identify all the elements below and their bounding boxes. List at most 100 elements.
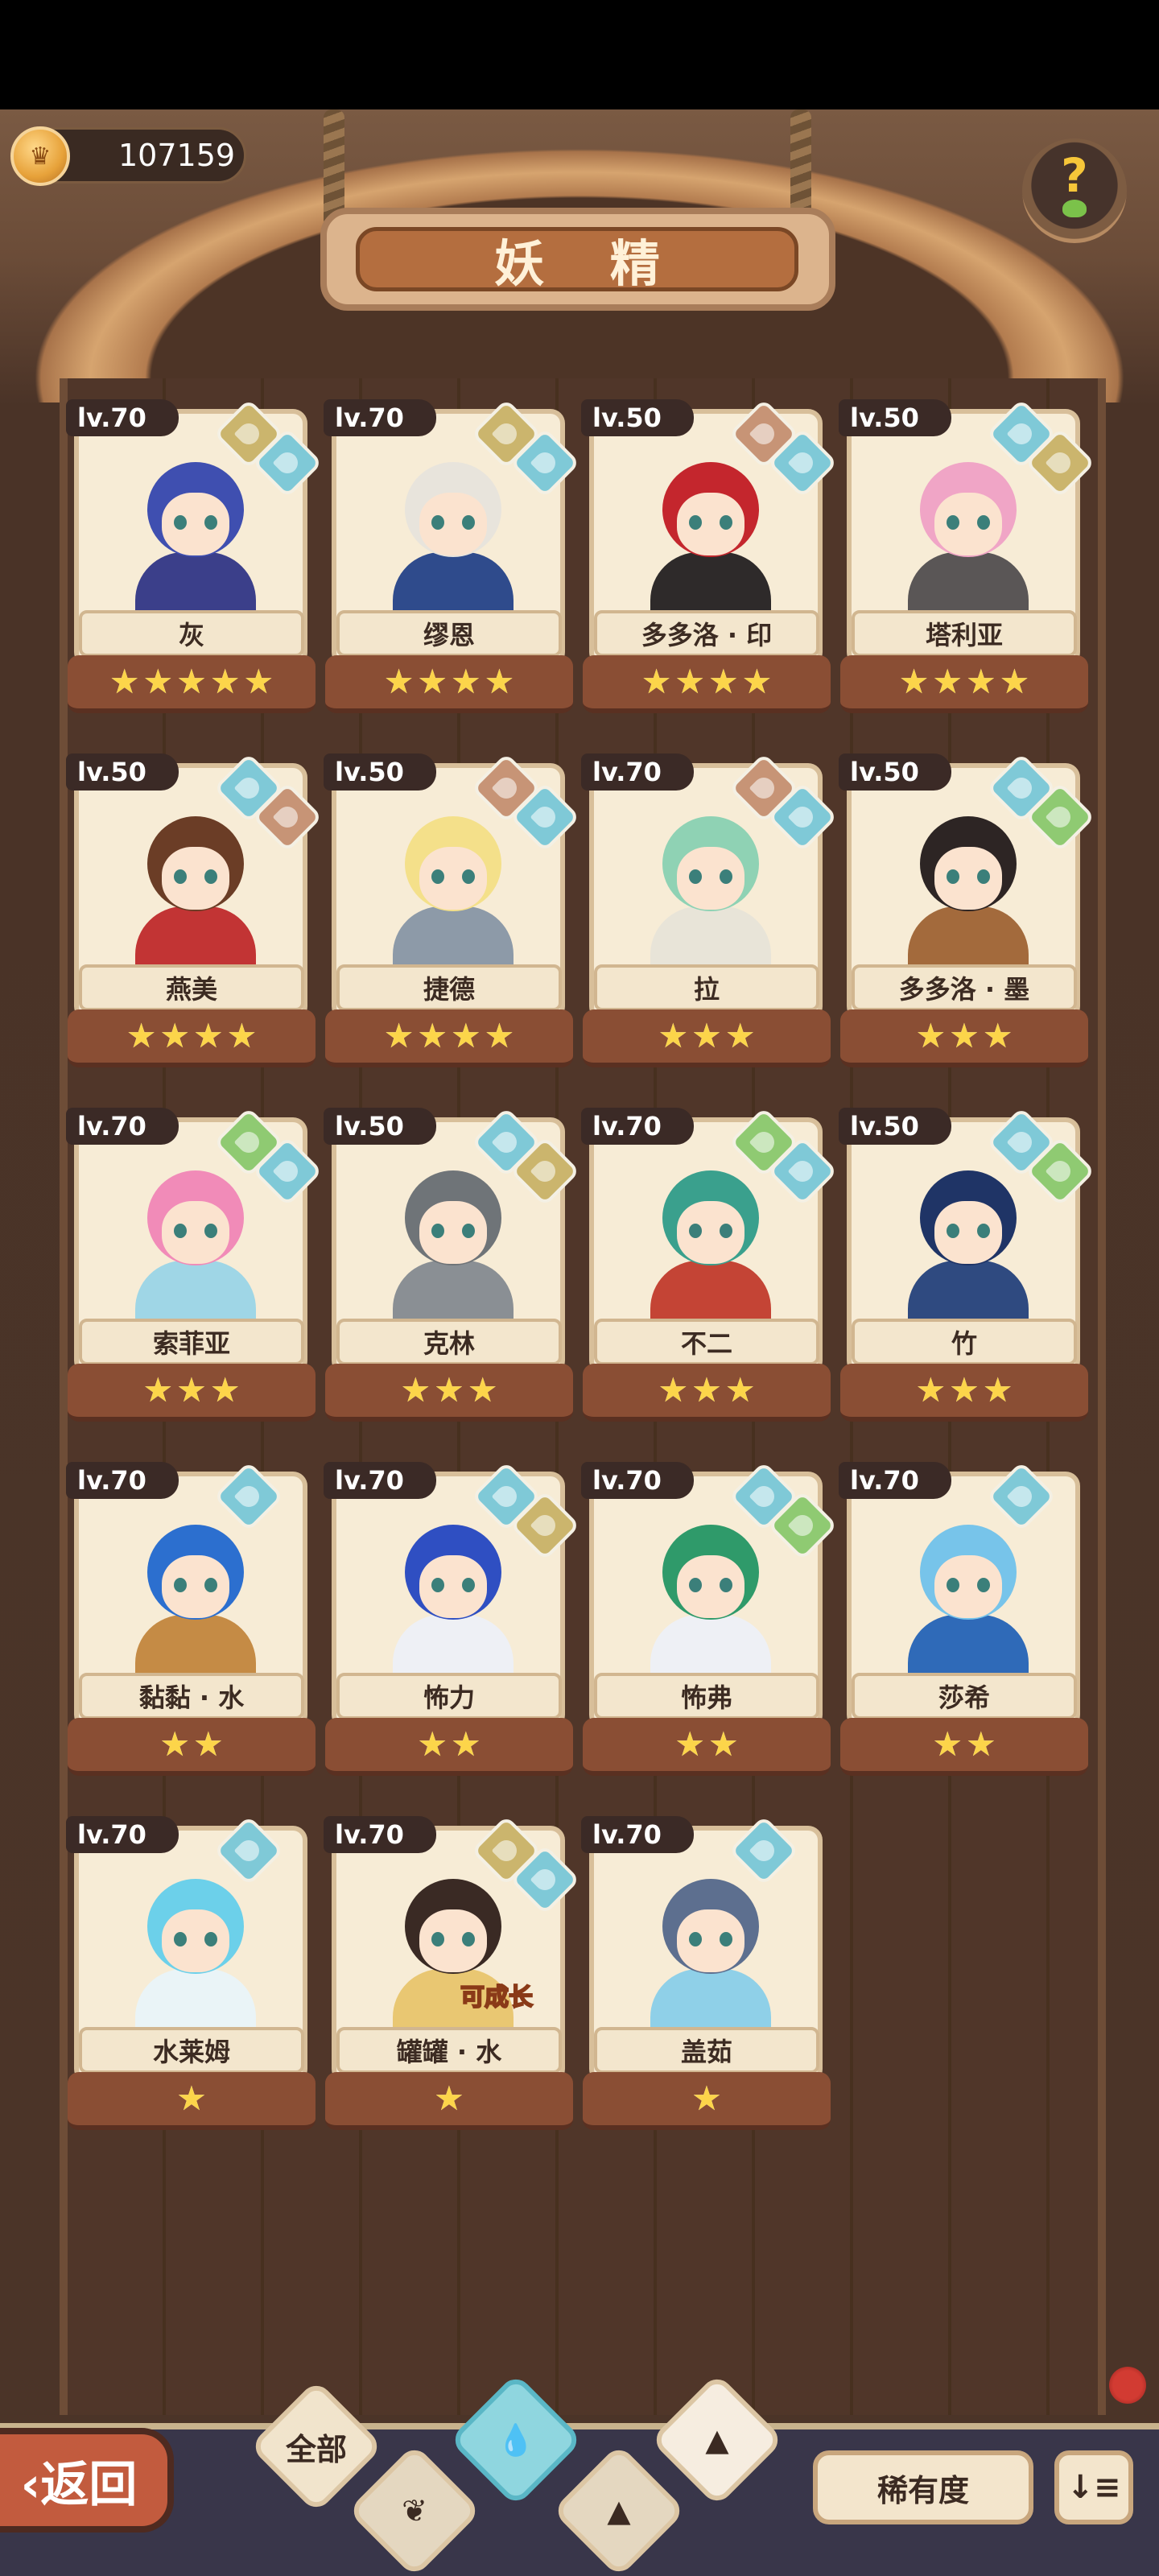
fairy-name: 水莱姆 xyxy=(79,2027,304,2074)
star-icon: ★ xyxy=(193,1016,224,1055)
fairy-portrait xyxy=(79,1509,303,1711)
portrait-eye xyxy=(720,1224,732,1238)
portrait-eye xyxy=(204,1578,217,1592)
star-icon: ★ xyxy=(484,1016,515,1055)
level-badge: lv.70 xyxy=(581,1108,694,1145)
fairy-card[interactable]: lv.50 捷德 ★ ★ ★ ★ xyxy=(324,753,580,1075)
ladybug-icon xyxy=(1109,2367,1146,2404)
star-icon: ★ xyxy=(915,1370,947,1410)
fairy-card[interactable]: 可成长 lv.70 罐罐 · 水 ★ xyxy=(324,1815,580,2138)
portrait-eye xyxy=(174,1578,187,1592)
star-rating: ★ ★ ★ ★ xyxy=(325,1009,573,1067)
star-rating: ★ ★ ★ ★ xyxy=(68,1009,316,1067)
star-icon: ★ xyxy=(383,662,415,701)
fairy-name: 不二 xyxy=(594,1319,819,1365)
fairy-card[interactable]: lv.50 塔利亚 ★ ★ ★ ★ xyxy=(839,398,1095,721)
portrait-face xyxy=(162,1201,229,1264)
portrait-eye xyxy=(689,1578,702,1592)
fairy-card[interactable]: lv.50 克林 ★ ★ ★ xyxy=(324,1107,580,1430)
star-icon: ★ xyxy=(966,1724,996,1764)
fairy-card[interactable]: lv.70 不二 ★ ★ ★ xyxy=(581,1107,838,1430)
star-icon: ★ xyxy=(176,1370,207,1410)
portrait-eye xyxy=(947,869,959,884)
star-icon: ★ xyxy=(674,662,705,701)
star-rating: ★ ★ ★ xyxy=(68,1364,316,1422)
fairy-card[interactable]: lv.50 多多洛 · 印 ★ ★ ★ ★ xyxy=(581,398,838,721)
fairy-name: 索菲亚 xyxy=(79,1319,304,1365)
portrait-eye xyxy=(174,1932,187,1946)
star-icon: ★ xyxy=(417,1016,448,1055)
status-bar-area xyxy=(0,0,1159,109)
portrait-eye xyxy=(462,869,475,884)
portrait-eye xyxy=(720,1932,732,1946)
portrait-eye xyxy=(174,515,187,530)
fairy-card[interactable]: lv.70 怖力 ★ ★ xyxy=(324,1461,580,1784)
page-title: 妖 精 xyxy=(494,234,684,293)
star-icon: ★ xyxy=(383,1016,415,1055)
star-icon: ★ xyxy=(159,1016,190,1055)
fairy-name: 缪恩 xyxy=(336,610,562,657)
fairy-card[interactable]: lv.70 拉 ★ ★ ★ xyxy=(581,753,838,1075)
mountain-icon: ▲ xyxy=(607,2493,631,2529)
portrait-eye xyxy=(689,1932,702,1946)
fairy-card[interactable]: lv.70 盖茹 ★ xyxy=(581,1815,832,2138)
level-badge: lv.70 xyxy=(324,399,436,436)
star-icon: ★ xyxy=(932,1724,963,1764)
portrait-eye xyxy=(462,515,475,530)
portrait-eye xyxy=(947,1224,959,1238)
portrait-eye xyxy=(431,1224,444,1238)
fairy-card[interactable]: lv.70 黏黏 · 水 ★ ★ xyxy=(66,1461,317,1784)
back-button-label: ‹返回 xyxy=(20,2456,138,2513)
level-badge: lv.50 xyxy=(839,1108,951,1145)
fairy-portrait xyxy=(852,1509,1075,1711)
help-button[interactable]: ? xyxy=(1022,138,1127,243)
portrait-face xyxy=(162,1909,229,1972)
portrait-eye xyxy=(947,1578,959,1592)
fairy-card[interactable]: lv.70 怖弗 ★ ★ xyxy=(581,1461,838,1784)
star-icon: ★ xyxy=(226,1016,258,1055)
star-icon: ★ xyxy=(658,1370,689,1410)
fairy-card[interactable]: lv.70 灰 ★ ★ ★ ★ ★ xyxy=(66,398,323,721)
fairy-name: 灰 xyxy=(79,610,304,657)
coin-icon: ♛ xyxy=(10,126,70,186)
fairy-card[interactable]: lv.50 多多洛 · 墨 ★ ★ ★ xyxy=(839,753,1095,1075)
star-icon: ★ xyxy=(641,662,672,701)
level-badge: lv.50 xyxy=(66,753,179,791)
title-sign: 妖 精 xyxy=(320,208,835,311)
star-icon: ★ xyxy=(949,1370,980,1410)
star-icon: ★ xyxy=(126,1016,157,1055)
coin-amount: 107159 xyxy=(118,138,236,173)
fairy-card[interactable]: lv.70 缪恩 ★ ★ ★ ★ xyxy=(324,398,580,721)
star-icon: ★ xyxy=(109,662,140,701)
rarity-sort-button[interactable]: 稀有度 xyxy=(813,2450,1033,2524)
star-icon: ★ xyxy=(915,1016,947,1055)
portrait-eye xyxy=(431,1932,444,1946)
level-badge: lv.70 xyxy=(66,1816,179,1853)
fairy-card[interactable]: lv.50 燕美 ★ ★ ★ ★ xyxy=(66,753,323,1075)
sort-order-button[interactable]: ↓≡ xyxy=(1054,2450,1133,2524)
star-icon: ★ xyxy=(658,1016,689,1055)
fairy-card[interactable]: lv.70 莎希 ★ ★ xyxy=(839,1461,1090,1784)
star-icon: ★ xyxy=(982,1370,1013,1410)
star-icon: ★ xyxy=(451,662,481,701)
star-icon: ★ xyxy=(691,1016,722,1055)
portrait-face xyxy=(934,493,1002,555)
star-icon: ★ xyxy=(142,1370,174,1410)
fairy-card[interactable]: lv.70 水莱姆 ★ xyxy=(66,1815,317,2138)
portrait-eye xyxy=(689,1224,702,1238)
star-icon: ★ xyxy=(708,662,739,701)
level-badge: lv.50 xyxy=(839,399,951,436)
fairy-card[interactable]: lv.50 竹 ★ ★ ★ xyxy=(839,1107,1095,1430)
fairy-card[interactable]: lv.70 索菲亚 ★ ★ ★ xyxy=(66,1107,323,1430)
star-icon: ★ xyxy=(999,662,1030,701)
portrait-eye xyxy=(720,515,732,530)
star-icon: ★ xyxy=(708,1724,739,1764)
rarity-sort-label: 稀有度 xyxy=(876,2472,969,2508)
portrait-eye xyxy=(720,1578,732,1592)
portrait-eye xyxy=(977,869,990,884)
back-button[interactable]: ‹返回 xyxy=(0,2428,174,2533)
fairy-card-grid: lv.70 灰 ★ ★ ★ ★ ★ lv.70 缪恩 ★ ★ ★ ★ lv.50 多多洛 · 印 ★ ★ ★ ★ lv… xyxy=(66,398,1104,2170)
star-rating: ★ ★ ★ xyxy=(840,1364,1088,1422)
fairy-name: 怖弗 xyxy=(594,1673,819,1719)
portrait-face xyxy=(934,847,1002,910)
